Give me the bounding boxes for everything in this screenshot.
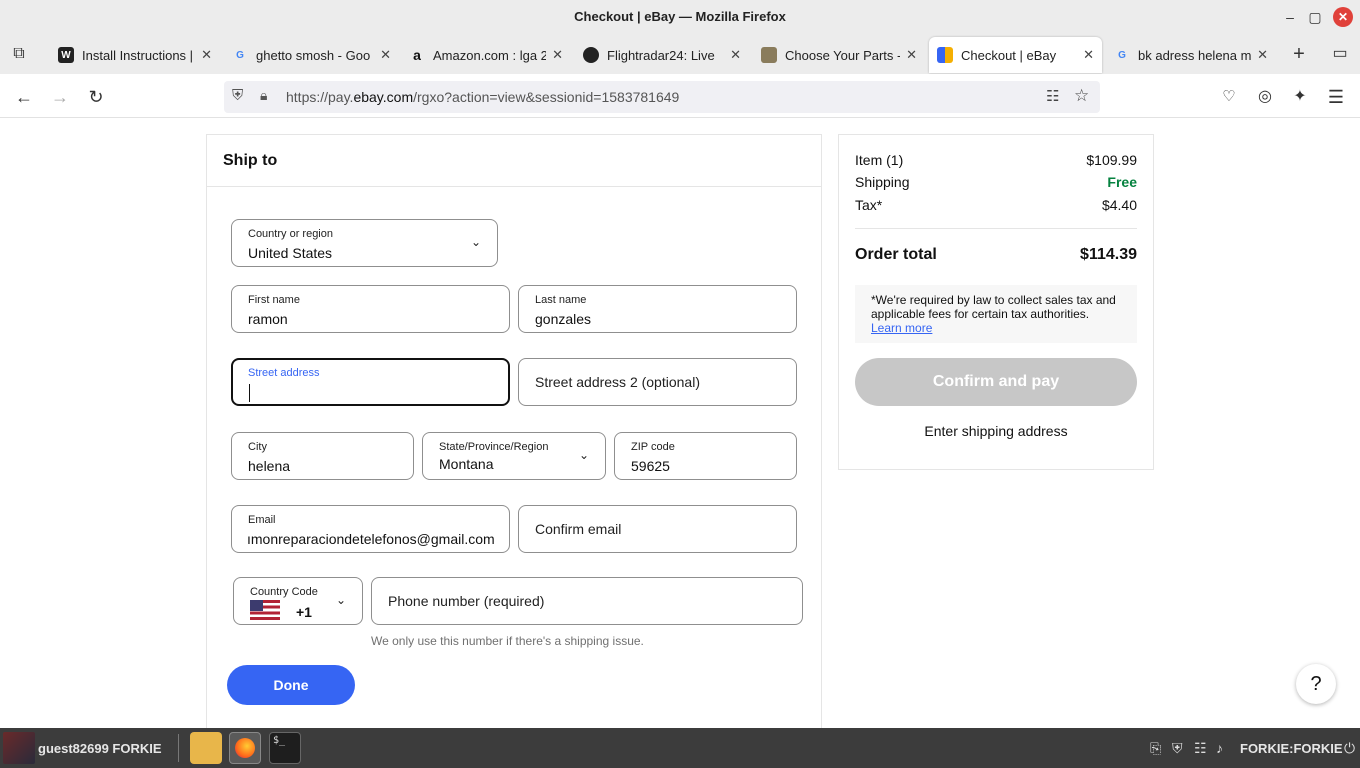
tab-checkout-ebay[interactable]: Checkout | eBay ✕ [929,37,1102,73]
lock-icon[interactable]: 🔒︎ [260,87,267,104]
tax-note: *We're required by law to collect sales … [855,285,1137,343]
box-icon [761,47,777,63]
chevron-down-icon: ⌄ [578,448,589,462]
flightradar-icon [583,47,599,63]
enter-shipping-address-text: Enter shipping address [924,423,1068,439]
zip-code-field[interactable]: ZIP code 59625 [614,432,797,480]
amazon-icon: a [413,47,421,63]
tab-list-icon[interactable]: ▭ [1330,44,1350,64]
new-tab-icon[interactable]: + [1289,44,1309,64]
help-button[interactable]: ? [1296,664,1336,704]
terminal-icon[interactable]: $_ [269,732,301,764]
reload-icon[interactable]: ↻ [85,86,107,108]
menu-icon[interactable]: ☰ [1325,86,1347,108]
tab-strip: ⧉ W Install Instructions | ✕ G ghetto sm… [0,34,1360,74]
tab-close-icon[interactable]: ✕ [552,47,563,63]
chevron-down-icon: ⌄ [470,235,481,249]
shield-icon[interactable]: ⛨ [232,87,243,104]
tab-bk-adress[interactable]: G bk adress helena mo ✕ [1106,37,1276,73]
street-address-2-field[interactable]: Street address 2 (optional) [518,358,797,406]
email-field[interactable]: Email ımonreparaciondetelefonos@gmail.co… [231,505,510,553]
maximize-icon[interactable]: ▢ [1305,7,1325,27]
window-title: Checkout | eBay — Mozilla Firefox [574,9,786,24]
navigation-bar: ← → ↻ ⛨ 🔒︎ https://pay.ebay.com/rgxo?act… [0,74,1360,118]
tab-close-icon[interactable]: ✕ [906,47,917,63]
tab-close-icon[interactable]: ✕ [730,47,741,63]
bookmark-star-icon[interactable]: ☆ [1074,86,1089,106]
firefox-icon[interactable] [229,732,261,764]
phone-helper-text: We only use this number if there's a shi… [371,634,644,648]
ship-to-heading: Ship to [207,135,821,187]
google-icon: G [236,49,244,61]
tab-overview-icon[interactable]: ⧉ [9,44,29,64]
first-name-field[interactable]: First name ramon [231,285,510,333]
url-bar[interactable]: ⛨ 🔒︎ https://pay.ebay.com/rgxo?action=vi… [224,81,1100,113]
tab-choose-parts[interactable]: Choose Your Parts - ✕ [753,37,925,73]
extensions-icon[interactable]: ✦ [1289,86,1311,108]
back-arrow-icon[interactable]: ← [13,86,35,108]
network-icon[interactable]: ☷ [1194,740,1207,757]
minimize-icon[interactable]: – [1280,7,1300,27]
google-icon: G [1118,49,1126,61]
pocket-icon[interactable]: ♡ [1218,86,1240,108]
favicon-w-icon: W [58,47,74,63]
summary-divider [855,228,1137,229]
window-titlebar: Checkout | eBay — Mozilla Firefox – ▢ ✕ [0,0,1360,34]
tab-close-icon[interactable]: ✕ [1083,47,1094,63]
country-select[interactable]: Country or region United States ⌄ [231,219,498,267]
chevron-down-icon: ⌄ [335,593,346,607]
text-cursor [249,384,250,402]
phone-number-field[interactable]: Phone number (required) [371,577,803,625]
country-code-select[interactable]: Country Code +1 ⌄ [233,577,363,625]
taskbar-separator [178,734,179,762]
file-manager-icon[interactable] [190,732,222,764]
tab-install-instructions[interactable]: W Install Instructions | ✕ [50,37,220,73]
done-button[interactable]: Done [227,665,355,705]
summary-shipping-row: Shipping Free [855,174,1137,190]
ebay-bag-icon [937,47,953,63]
taskbar: guest82699 FORKIE $_ ⎘ ⛨ ☷ ♪ FORKIE:FORK… [0,728,1360,768]
tab-close-icon[interactable]: ✕ [201,47,212,63]
account-icon[interactable]: ◎ [1254,86,1276,108]
url-text[interactable]: https://pay.ebay.com/rgxo?action=view&se… [286,89,679,105]
close-icon[interactable]: ✕ [1333,7,1353,27]
state-select[interactable]: State/Province/Region Montana ⌄ [422,432,606,480]
user-avatar[interactable] [3,732,35,764]
order-total-row: Order total $114.39 [855,246,1137,263]
learn-more-link[interactable]: Learn more [871,321,1121,335]
taskbar-host-label[interactable]: FORKIE:FORKIE [1240,741,1343,756]
summary-tax-row: Tax* $4.40 [855,197,1137,213]
forward-arrow-icon[interactable]: → [49,86,71,108]
shield-tray-icon[interactable]: ⛨ [1172,740,1183,757]
tab-close-icon[interactable]: ✕ [380,47,391,63]
city-field[interactable]: City helena [231,432,414,480]
taskbar-user-label[interactable]: guest82699 FORKIE [38,741,162,756]
us-flag-icon [250,600,280,620]
tab-amazon[interactable]: a Amazon.com : lga 2 ✕ [401,37,571,73]
confirm-and-pay-button[interactable]: Confirm and pay [855,358,1137,406]
tab-close-icon[interactable]: ✕ [1257,47,1268,63]
last-name-field[interactable]: Last name gonzales [518,285,797,333]
confirm-email-field[interactable]: Confirm email [518,505,797,553]
tab-ghetto-smosh[interactable]: G ghetto smosh - Goo ✕ [224,37,399,73]
volume-icon[interactable]: ♪ [1216,740,1223,756]
street-address-field[interactable]: Street address [231,358,510,406]
summary-item-row: Item (1) $109.99 [855,152,1137,168]
tab-flightradar[interactable]: Flightradar24: Live ✕ [575,37,749,73]
reader-view-icon[interactable]: ☷ [1046,87,1059,105]
clipboard-icon[interactable]: ⎘ [1150,740,1161,757]
order-summary: Item (1) $109.99 Shipping Free Tax* $4.4… [838,134,1154,470]
power-icon[interactable]: ⏻ [1344,740,1355,757]
